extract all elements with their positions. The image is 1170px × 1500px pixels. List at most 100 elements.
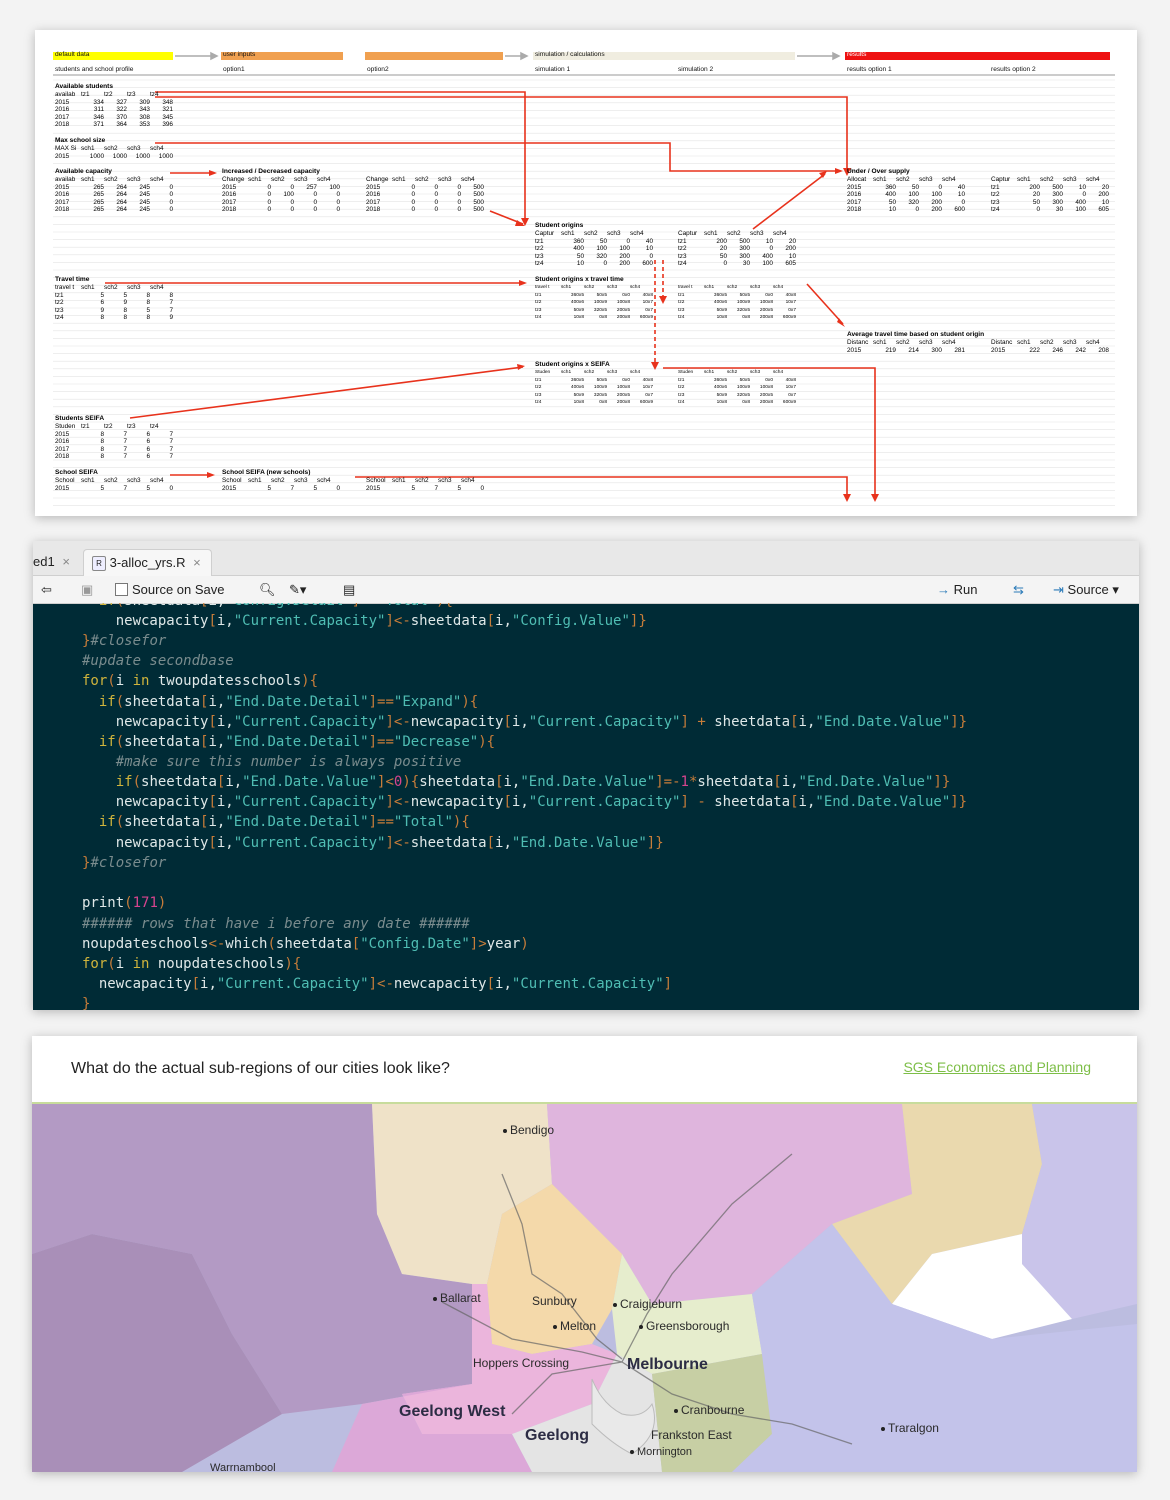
- sheet-cell[interactable]: sch1: [561, 369, 584, 377]
- sheet-cell[interactable]: 0: [438, 184, 461, 192]
- sheet-cell[interactable]: 0x0: [607, 377, 630, 385]
- sheet-cell[interactable]: 0: [392, 199, 415, 207]
- sheet-cell[interactable]: tz4: [678, 314, 704, 322]
- sheet-cell[interactable]: Studen: [535, 369, 561, 377]
- sheet-cell[interactable]: 20: [704, 245, 727, 253]
- sheet-cell[interactable]: 20: [1086, 184, 1109, 192]
- sheet-cell[interactable]: 0: [150, 184, 173, 192]
- sheet-cell[interactable]: 50x9: [561, 392, 584, 400]
- sheet-cell[interactable]: sch2: [584, 230, 607, 238]
- sheet-cell[interactable]: tz4: [678, 399, 704, 407]
- sheet-cell[interactable]: 0: [942, 199, 965, 207]
- sheet-cell[interactable]: 371: [81, 121, 104, 129]
- notebook-icon[interactable]: ▤: [343, 580, 355, 599]
- sheet-cell[interactable]: 5: [81, 485, 104, 493]
- sheet-cell[interactable]: 0: [150, 191, 173, 199]
- sheet-cell[interactable]: 300: [919, 347, 942, 355]
- sheet-cell[interactable]: Captur: [535, 230, 561, 238]
- sheet-cell[interactable]: 2015: [991, 347, 1017, 355]
- sheet-cell[interactable]: 2016: [55, 438, 81, 446]
- sheet-cell[interactable]: sch1: [81, 284, 104, 292]
- sheet-cell[interactable]: sch2: [727, 369, 750, 377]
- sheet-cell[interactable]: 2015: [847, 347, 873, 355]
- sheet-cell[interactable]: 300: [727, 245, 750, 253]
- sheet-cell[interactable]: tz1: [81, 423, 104, 431]
- sgs-link[interactable]: SGS Economics and Planning: [903, 1059, 1091, 1075]
- sheet-cell[interactable]: sch1: [704, 284, 727, 292]
- sheet-cell[interactable]: Studen: [678, 369, 704, 377]
- sheet-cell[interactable]: 300: [727, 253, 750, 261]
- magic-wand-icon[interactable]: ✎▾: [289, 580, 306, 599]
- sheet-cell[interactable]: 600x9: [773, 399, 796, 407]
- sheet-cell[interactable]: 5: [127, 307, 150, 315]
- sheet-cell[interactable]: 320x5: [584, 307, 607, 315]
- sheet-cell[interactable]: 0: [150, 485, 173, 493]
- sheet-cell[interactable]: 7: [415, 485, 438, 493]
- sheet-cell[interactable]: 400x6: [561, 299, 584, 307]
- sheet-cell[interactable]: tz4: [678, 260, 704, 268]
- sheet-cell[interactable]: 0: [294, 206, 317, 214]
- sheet-cell[interactable]: 219: [873, 347, 896, 355]
- search-icon[interactable]: 🔍︎: [259, 580, 276, 599]
- sheet-cell[interactable]: 2015: [55, 485, 81, 493]
- sheet-cell[interactable]: sch3: [919, 339, 942, 347]
- sheet-cell[interactable]: 5: [392, 485, 415, 493]
- sheet-cell[interactable]: sch3: [127, 176, 150, 184]
- sheet-cell[interactable]: tz1: [991, 184, 1017, 192]
- sheet-cell[interactable]: 2018: [55, 453, 81, 461]
- sheet-cell[interactable]: 500: [461, 206, 484, 214]
- sheet-cell[interactable]: sch1: [81, 145, 104, 153]
- sheet-cell[interactable]: sch3: [438, 176, 461, 184]
- sheet-cell[interactable]: 8: [127, 292, 150, 300]
- sheet-cell[interactable]: 2017: [55, 114, 81, 122]
- sheet-cell[interactable]: sch3: [294, 176, 317, 184]
- sheet-cell[interactable]: 0: [438, 191, 461, 199]
- sheet-cell[interactable]: 311: [81, 106, 104, 114]
- sheet-cell[interactable]: 265: [81, 206, 104, 214]
- sheet-cell[interactable]: 100x9: [584, 384, 607, 392]
- sheet-cell[interactable]: 2018: [222, 206, 248, 214]
- sheet-cell[interactable]: availab: [55, 176, 81, 184]
- sheet-cell[interactable]: 0: [704, 260, 727, 268]
- sheet-cell[interactable]: sch1: [81, 176, 104, 184]
- sheet-cell[interactable]: 10x7: [630, 384, 653, 392]
- sheet-cell[interactable]: sch4: [150, 145, 173, 153]
- sheet-cell[interactable]: sch4: [1086, 176, 1109, 184]
- sheet-cell[interactable]: 264: [104, 191, 127, 199]
- sheet-cell[interactable]: tz3: [535, 307, 561, 315]
- sheet-cell[interactable]: 10: [873, 206, 896, 214]
- sheet-cell[interactable]: 0: [294, 199, 317, 207]
- sheet-cell[interactable]: sch2: [104, 477, 127, 485]
- sheet-cell[interactable]: tz3: [127, 91, 150, 99]
- sheet-cell[interactable]: sch3: [127, 145, 150, 153]
- sheet-cell[interactable]: 0x0: [750, 377, 773, 385]
- sheet-cell[interactable]: 246: [1040, 347, 1063, 355]
- sheet-cell[interactable]: 0: [750, 245, 773, 253]
- sheet-cell[interactable]: sch4: [630, 284, 653, 292]
- sheet-cell[interactable]: 7: [104, 438, 127, 446]
- sheet-cell[interactable]: 0: [271, 199, 294, 207]
- sheet-cell[interactable]: 40x8: [630, 292, 653, 300]
- sheet-cell[interactable]: 2015: [55, 431, 81, 439]
- sheet-cell[interactable]: School: [55, 477, 81, 485]
- sheet-cell[interactable]: 50x9: [704, 392, 727, 400]
- sheet-cell[interactable]: sch4: [773, 230, 796, 238]
- code-area[interactable]: if(sheetdata[i,"Config.Detail"]=="Total"…: [33, 603, 1139, 1010]
- run-button[interactable]: → Run: [937, 580, 977, 599]
- sheet-cell[interactable]: sch1: [248, 176, 271, 184]
- sheet-cell[interactable]: 264: [104, 184, 127, 192]
- sheet-cell[interactable]: 8: [81, 431, 104, 439]
- sheet-cell[interactable]: 2017: [55, 199, 81, 207]
- sheet-cell[interactable]: 10: [750, 238, 773, 246]
- sheet-cell[interactable]: 5: [104, 292, 127, 300]
- sheet-cell[interactable]: sch3: [607, 284, 630, 292]
- sheet-cell[interactable]: sch4: [317, 176, 340, 184]
- sheet-cell[interactable]: 0: [248, 206, 271, 214]
- sheet-cell[interactable]: 7: [150, 446, 173, 454]
- sheet-cell[interactable]: sch1: [873, 339, 896, 347]
- sheet-cell[interactable]: 0: [271, 206, 294, 214]
- sheet-cell[interactable]: 20: [773, 238, 796, 246]
- sheet-cell[interactable]: 0: [392, 191, 415, 199]
- sheet-cell[interactable]: 8: [81, 314, 104, 322]
- sheet-cell[interactable]: 200: [1017, 184, 1040, 192]
